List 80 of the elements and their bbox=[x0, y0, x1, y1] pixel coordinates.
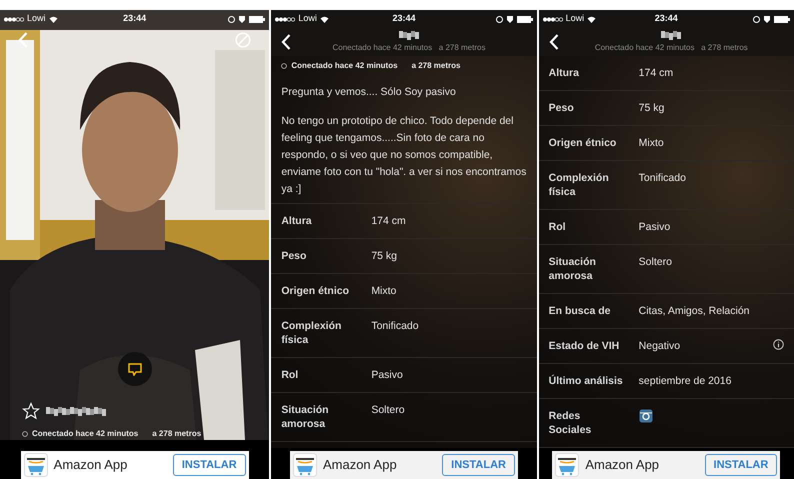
shield-icon bbox=[239, 16, 246, 22]
field-value: Soltero bbox=[638, 255, 673, 269]
ad-title: Amazon App bbox=[585, 456, 660, 474]
field-value: 75 kg bbox=[371, 249, 398, 263]
distance: a 278 metros bbox=[152, 428, 202, 440]
field-label: Estado de VIH bbox=[548, 339, 620, 353]
battery-icon bbox=[516, 16, 533, 22]
wifi-icon bbox=[48, 16, 58, 22]
battery-icon bbox=[249, 16, 266, 22]
field-label: Altura bbox=[281, 214, 313, 228]
pixelated-name-drawing bbox=[398, 30, 419, 40]
shield-icon bbox=[506, 16, 513, 22]
install-button[interactable]: INSTALAR bbox=[442, 454, 515, 476]
back-icon[interactable] bbox=[281, 34, 292, 50]
field-label: En busca de bbox=[548, 304, 612, 318]
field-label: Situación amorosa bbox=[281, 403, 330, 431]
ad-banner[interactable]: Amazon App INSTALAR bbox=[290, 451, 518, 479]
field-label: Rol bbox=[548, 220, 567, 234]
field-label: Complexión física bbox=[281, 319, 342, 347]
field-label: Origen étnico bbox=[281, 284, 350, 298]
ad-title: Amazon App bbox=[54, 456, 128, 474]
shopping-cart-logo-icon bbox=[292, 453, 317, 477]
battery-icon bbox=[774, 16, 790, 22]
field-value: Soltero bbox=[371, 403, 406, 417]
carrier-name: Lowi bbox=[298, 12, 317, 26]
shopping-cart-logo-icon bbox=[24, 453, 48, 477]
wifi-icon bbox=[587, 16, 596, 22]
install-button[interactable]: INSTALAR bbox=[704, 454, 778, 476]
field-value: Pasivo bbox=[638, 220, 672, 234]
camera-app-icon[interactable] bbox=[638, 409, 653, 423]
bio-text: No tengo un prototipo de chico. Todo depende del feeling que tengamos.....Sin foto de cara no respondo, o si veo que no somos compatible, enviame foto con tu "hola". a ver si nos encontramos ya :] bbox=[280, 114, 528, 197]
pixelated-name-drawing bbox=[46, 406, 106, 416]
clock-time: 23:44 bbox=[392, 12, 416, 26]
field-value: Citas, Amigos, Relación bbox=[638, 304, 751, 318]
shopping-cart-logo-icon bbox=[555, 453, 580, 477]
field-value: Mixto bbox=[638, 136, 665, 150]
field-label: Peso bbox=[548, 101, 575, 115]
info-icon[interactable] bbox=[773, 339, 784, 350]
field-value: 75 kg bbox=[638, 101, 666, 115]
signal-icon bbox=[542, 16, 563, 22]
field-value: Tonificado bbox=[371, 319, 420, 333]
field-value: Mixto bbox=[371, 284, 398, 298]
bio-text: Pregunta y vemos.... Sólo Soy pasivo bbox=[280, 85, 457, 100]
offline-status-icon bbox=[22, 431, 28, 437]
ad-banner[interactable]: Amazon App INSTALAR bbox=[552, 451, 780, 479]
field-label: Situación amorosa bbox=[548, 255, 597, 283]
install-button[interactable]: INSTALAR bbox=[172, 454, 246, 476]
field-value: Negativo bbox=[638, 339, 682, 353]
field-label: Peso bbox=[281, 249, 308, 263]
header-subtitle: Conectado hace 42 minutos a 278 metros bbox=[594, 42, 748, 54]
field-label: Rol bbox=[281, 368, 300, 382]
field-value: Pasivo bbox=[371, 368, 404, 382]
signal-icon bbox=[4, 16, 24, 22]
carrier-name: Lowi bbox=[566, 12, 584, 26]
field-label: Último análisis bbox=[548, 374, 624, 388]
field-value: 174 cm bbox=[371, 214, 407, 228]
field-label: Redes Sociales bbox=[548, 409, 592, 437]
field-value: 174 cm bbox=[638, 66, 674, 80]
clock-time: 23:44 bbox=[123, 12, 146, 26]
field-label: Altura bbox=[548, 66, 580, 80]
shield-icon bbox=[764, 16, 770, 22]
online-status: Conectado hace 42 minutos bbox=[291, 60, 398, 72]
header-subtitle: Conectado hace 42 minutos a 278 metros bbox=[332, 42, 486, 54]
online-status: Conectado hace 42 minutos bbox=[32, 428, 138, 440]
field-label: Origen étnico bbox=[548, 136, 618, 150]
carrier-name: Lowi bbox=[27, 12, 46, 26]
ad-banner[interactable]: Amazon App INSTALAR bbox=[20, 451, 249, 479]
field-value: Tonificado bbox=[638, 171, 687, 185]
chat-icon bbox=[128, 362, 142, 376]
pixelated-name-drawing bbox=[661, 30, 682, 40]
back-icon[interactable] bbox=[548, 34, 559, 50]
signal-icon bbox=[275, 16, 296, 22]
offline-status-icon bbox=[281, 63, 288, 69]
field-label: Complexión física bbox=[548, 171, 610, 199]
clock-time: 23:44 bbox=[654, 12, 678, 26]
star-icon[interactable] bbox=[22, 402, 40, 420]
field-value: septiembre de 2016 bbox=[638, 374, 732, 388]
distance: a 278 metros bbox=[412, 60, 460, 72]
ad-title: Amazon App bbox=[322, 456, 398, 474]
wifi-icon bbox=[320, 16, 329, 22]
